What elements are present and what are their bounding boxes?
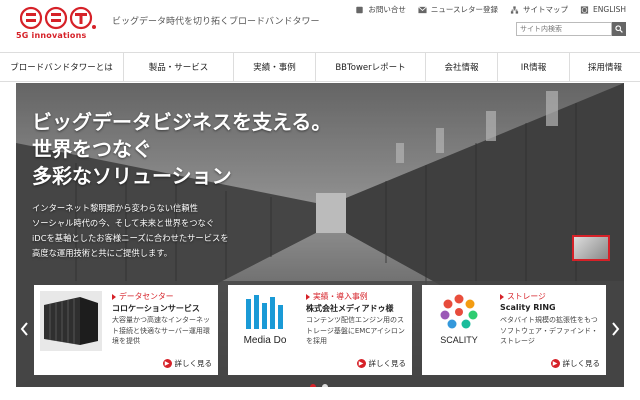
scality-ring: [440, 294, 478, 329]
site-header: 5G innovations ビッグデータ時代を切り拓くブロードバンドタワー お…: [0, 0, 640, 52]
card-category: データセンター: [112, 291, 174, 302]
logo-subtitle: 5G innovations: [16, 31, 87, 40]
sitemap-label: サイトマップ: [523, 5, 569, 14]
hero-headline: ビッグデータビジネスを支える。 世界をつなぐ 多彩なソリューション: [32, 109, 331, 190]
card-more-text: 詳しく見る: [368, 359, 407, 368]
logo-bars: [246, 295, 283, 329]
search-icon: [615, 25, 623, 33]
scality-logo: SCALITY: [428, 291, 490, 351]
triangle-icon: [306, 294, 310, 300]
card-more-link[interactable]: ▶ 詳しく見る: [356, 358, 407, 369]
sitemap-icon: [510, 5, 519, 14]
body-line: iDCを基軸としたお客様ニーズに合わせたサービスを: [32, 233, 229, 243]
nav-products[interactable]: 製品・サービス: [124, 53, 234, 81]
card-description: ペタバイト規模の拡張性をもつソフトウェア・デファインド・ストレージ: [500, 316, 598, 345]
utility-links: お問い合せ ニュースレター登録 サイトマップ ENGLISH: [355, 4, 626, 15]
nav-report[interactable]: BBTowerレポート: [316, 53, 426, 81]
card-more-link[interactable]: ▶ 詳しく見る: [162, 358, 213, 369]
card-more-text: 詳しく見る: [174, 359, 213, 368]
triangle-icon: [500, 294, 504, 300]
nav-company[interactable]: 会社情報: [426, 53, 498, 81]
contact-label: お問い合せ: [368, 5, 406, 14]
carousel-dot[interactable]: [322, 384, 328, 387]
english-link[interactable]: ENGLISH: [580, 5, 626, 14]
chevron-right-icon: [612, 322, 620, 336]
carousel-dots: [310, 384, 328, 387]
headline-line: 多彩なソリューション: [32, 164, 232, 188]
media-do-logo: Media Do: [234, 291, 296, 351]
card-title: Scality RING: [500, 303, 556, 312]
main-nav: ブロードバンドタワーとは 製品・サービス 実績・事例 BBTowerレポート 会…: [0, 52, 640, 82]
card-description: 大容量かつ高速なインターネット接続と快適なサーバー運用環境を提供: [112, 316, 210, 345]
body-line: 高度な運用技術と共にご提供します。: [32, 248, 173, 258]
card-more-text: 詳しく見る: [562, 359, 601, 368]
newsletter-label: ニュースレター登録: [430, 5, 499, 14]
carousel-dot-active[interactable]: [310, 384, 316, 387]
body-line: ソーシャル時代の今、そして未来と世界をつなぐ: [32, 218, 215, 228]
carousel-prev-button[interactable]: [20, 319, 30, 339]
arrow-right-icon: ▶: [356, 359, 366, 368]
hero-body: インターネット黎明期から変わらない信頼性 ソーシャル時代の今、そして未来と世界を…: [32, 201, 229, 261]
nav-recruit[interactable]: 採用情報: [570, 53, 640, 81]
card-more-link[interactable]: ▶ 詳しく見る: [550, 358, 601, 369]
card-category-text: ストレージ: [507, 292, 546, 301]
nav-about[interactable]: ブロードバンドタワーとは: [0, 53, 124, 81]
slide-thumbnail[interactable]: [572, 235, 610, 261]
server-rack-image: [40, 291, 102, 351]
carousel-next-button[interactable]: [610, 319, 620, 339]
nav-ir[interactable]: IR情報: [498, 53, 570, 81]
card-title: 株式会社メディアドゥ様: [306, 304, 394, 313]
triangle-icon: [112, 294, 116, 300]
arrow-right-icon: ▶: [162, 359, 172, 368]
card-description: コンテンツ配信エンジン用のストレージ基盤にEMCアイシロンを採用: [306, 316, 405, 345]
tagline: ビッグデータ時代を切り拓くブロードバンドタワー: [112, 17, 320, 27]
card-storage[interactable]: SCALITY ストレージ Scality RING ペタバイト規模の拡張性をも…: [422, 285, 606, 375]
headline-line: 世界をつなぐ: [32, 137, 152, 161]
card-datacenter[interactable]: データセンター コロケーションサービス 大容量かつ高速なインターネット接続と快適…: [34, 285, 218, 375]
search-button[interactable]: [612, 22, 626, 36]
headline-line: ビッグデータビジネスを支える。: [32, 110, 332, 134]
body-line: インターネット黎明期から変わらない信頼性: [32, 203, 198, 213]
contact-link[interactable]: お問い合せ: [355, 4, 406, 15]
arrow-right-icon: ▶: [550, 359, 560, 368]
card-category: 実績・導入事例: [306, 291, 368, 302]
mail-icon: [418, 6, 427, 13]
globe-icon: [580, 5, 589, 14]
media-do-logo-text: Media Do: [243, 335, 287, 346]
card-category: ストレージ: [500, 291, 546, 302]
search-input[interactable]: [516, 22, 612, 36]
site-search: [516, 22, 626, 36]
phone-icon: [356, 6, 364, 13]
company-logo[interactable]: 5G innovations: [16, 6, 102, 44]
nav-cases[interactable]: 実績・事例: [234, 53, 316, 81]
scality-logo-text: SCALITY: [440, 335, 478, 345]
card-category-text: 実績・導入事例: [313, 292, 368, 301]
newsletter-link[interactable]: ニュースレター登録: [418, 4, 498, 15]
logo-mark: [20, 6, 96, 30]
hero-carousel: ビッグデータビジネスを支える。 世界をつなぐ 多彩なソリューション インターネッ…: [16, 83, 624, 387]
card-category-text: データセンター: [119, 292, 174, 301]
sitemap-link[interactable]: サイトマップ: [510, 4, 568, 15]
card-case-study[interactable]: Media Do 実績・導入事例 株式会社メディアドゥ様 コンテンツ配信エンジン…: [228, 285, 412, 375]
card-title: コロケーションサービス: [112, 304, 200, 313]
english-label: ENGLISH: [593, 5, 626, 14]
chevron-left-icon: [20, 322, 28, 336]
